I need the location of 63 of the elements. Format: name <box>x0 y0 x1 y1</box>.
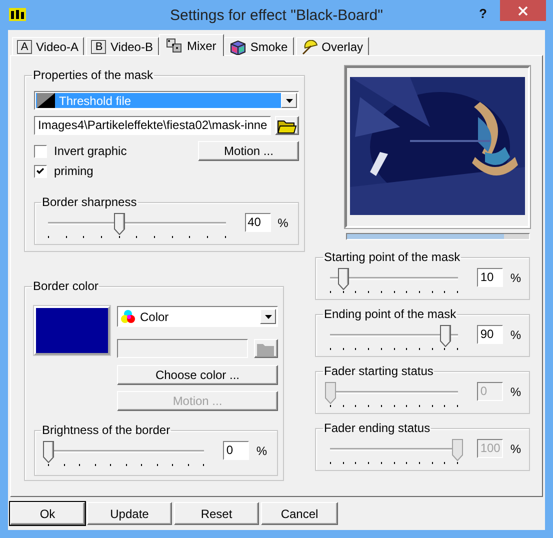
dialog-button[interactable]: Update <box>87 502 172 525</box>
dialog-button[interactable]: Reset <box>174 502 259 525</box>
value-field[interactable]: 90 <box>477 325 504 344</box>
tab[interactable]: Mixer <box>158 34 224 56</box>
tab-label: Mixer <box>186 38 216 52</box>
choose-color-button[interactable]: Choose color ... <box>117 365 278 385</box>
tab-label: Video-A <box>36 40 78 54</box>
unit-label: % <box>278 216 288 230</box>
umbrella-icon <box>300 40 318 54</box>
slider-thumb[interactable] <box>114 213 125 235</box>
motion-button[interactable]: Motion ... <box>198 141 300 161</box>
group-title: Border sharpness <box>41 195 138 209</box>
tab[interactable]: A Video-A <box>12 37 84 55</box>
help-button[interactable]: ? <box>479 6 487 21</box>
group-title: Properties of the mask <box>32 68 154 82</box>
path-field[interactable]: Images4\Partikeleffekte\fiesta02\mask-inne <box>34 116 272 135</box>
browse-button[interactable] <box>275 116 300 135</box>
app-icon <box>9 8 26 21</box>
tab[interactable]: Smoke <box>224 37 294 55</box>
value-field[interactable]: 10 <box>477 268 504 287</box>
folder-icon <box>277 118 298 134</box>
tab[interactable]: Overlay <box>296 37 370 55</box>
letter-icon: A <box>17 40 32 54</box>
value-field[interactable]: 0 <box>223 441 250 460</box>
slider-thumb[interactable] <box>338 268 349 290</box>
unit-label: % <box>510 442 521 456</box>
group-title: Brightness of the border <box>41 423 172 437</box>
close-icon <box>518 6 528 16</box>
slider-thumb[interactable] <box>43 441 54 463</box>
unit-label: % <box>256 444 267 458</box>
caret-icon <box>286 98 293 102</box>
checkbox-label[interactable]: Invert graphic <box>54 144 127 158</box>
value-field[interactable]: 40 <box>244 213 271 232</box>
tab-label: Overlay <box>322 40 364 54</box>
caret-icon <box>264 314 272 318</box>
checkbox[interactable] <box>34 164 47 178</box>
tab-label: Video-B <box>110 40 153 54</box>
dropdown-value: Color <box>119 308 260 325</box>
window-title: Settings for effect "Black-Board" <box>170 7 383 24</box>
cube-icon <box>229 40 246 54</box>
dialog-button[interactable]: Ok <box>10 502 85 525</box>
checkbox[interactable] <box>34 144 47 158</box>
group-title: Border color <box>32 279 100 293</box>
close-button[interactable] <box>500 0 546 21</box>
slider-thumb[interactable] <box>440 325 451 347</box>
dropdown-value: Threshold file <box>36 93 282 108</box>
gradient-icon <box>37 93 55 108</box>
color-circles-icon <box>120 309 136 324</box>
unit-label: % <box>510 385 521 399</box>
color-swatch[interactable] <box>34 306 110 355</box>
dice-icon <box>166 38 183 53</box>
dropdown[interactable]: Color <box>117 306 278 327</box>
letter-icon: B <box>91 40 106 54</box>
unit-label: % <box>510 328 521 342</box>
unit-label: % <box>510 271 521 285</box>
checkbox-label[interactable]: priming <box>54 164 94 178</box>
group-title: Starting point of the mask <box>323 250 462 264</box>
group-title: Fader starting status <box>323 364 434 378</box>
tab-label: Smoke <box>250 40 288 54</box>
group-title: Fader ending status <box>323 421 432 435</box>
dialog-button[interactable]: Cancel <box>261 502 338 525</box>
tab[interactable]: B Video-B <box>86 37 159 55</box>
group-title: Ending point of the mask <box>323 307 458 321</box>
